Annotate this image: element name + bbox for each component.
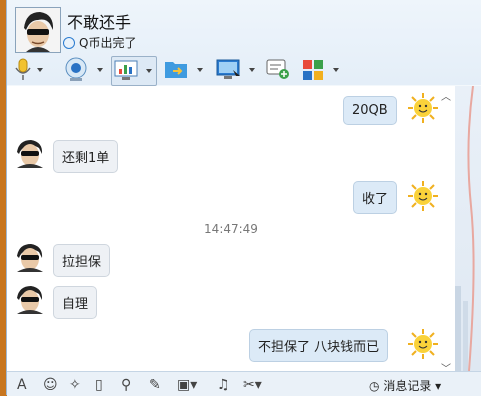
message-bubble-self: 收了 [353,181,398,214]
contact-name: 不敢还手 [67,13,132,32]
chat-window: 不敢还手 Q币出完了 20QB 还剩1单 收了 14:47:49 拉担保 自理 … [6,0,481,396]
sun-avatar-icon [408,181,438,211]
font-button[interactable]: A [17,377,27,393]
history-label: 消息记录 [383,379,432,393]
emoji-icon[interactable]: ☺ [43,377,58,393]
voice-message-icon[interactable]: ⚲ [121,377,131,393]
file-transfer-button[interactable] [163,56,207,84]
image-icon[interactable]: ▣▾ [177,377,197,393]
magic-icon[interactable]: ✧ [69,377,81,393]
qq-coin-icon [63,37,75,49]
sun-avatar-icon [408,329,438,359]
scroll-up-icon[interactable]: ︿ [441,88,451,103]
contact-status: Q币出完了 [63,34,136,51]
add-message-button[interactable] [265,56,293,84]
apps-icon [303,60,323,80]
contact-avatar[interactable] [15,7,61,53]
message-list[interactable]: 20QB 还剩1单 收了 14:47:49 拉担保 自理 不担保了 八块钱而已 [7,86,455,371]
music-icon[interactable]: ♫ [217,377,230,393]
edit-icon[interactable]: ✎ [149,377,161,393]
screen-share-icon [114,60,138,80]
folder-icon [165,62,187,78]
shake-icon[interactable]: ▯ [95,377,103,393]
sun-avatar-icon [408,93,438,123]
message-add-icon [266,59,289,79]
status-text: Q币出完了 [79,36,137,50]
apps-button[interactable] [301,56,341,84]
contact-avatar-small [17,244,43,272]
side-decoration [455,85,481,372]
monitor-icon [216,59,240,79]
message-bubble-self: 20QB [343,96,397,125]
contact-avatar-small [17,286,43,314]
screen-share-button[interactable] [111,56,157,86]
message-bubble-contact: 自理 [53,286,98,319]
message-timestamp: 14:47:49 [204,222,258,236]
message-bubble-contact: 拉担保 [53,244,111,277]
clock-icon: ◷ [369,379,380,393]
video-button[interactable] [63,56,107,84]
remote-desktop-button[interactable] [215,56,259,84]
voice-button[interactable] [13,56,43,84]
message-bubble-contact: 还剩1单 [53,140,119,173]
contact-avatar-small [17,140,43,168]
message-bubble-self: 不担保了 八块钱而已 [249,329,389,362]
screenshot-icon[interactable]: ✂▾ [243,377,262,393]
message-history-button[interactable]: ◷ 消息记录 ▾ [369,377,441,394]
toolbar [7,54,481,86]
microphone-icon [15,58,31,80]
input-toolbar: A ☺ ✧ ▯ ⚲ ✎ ▣▾ ♫ ✂▾ ◷ 消息记录 ▾ [7,371,481,396]
camera-icon [65,57,87,81]
